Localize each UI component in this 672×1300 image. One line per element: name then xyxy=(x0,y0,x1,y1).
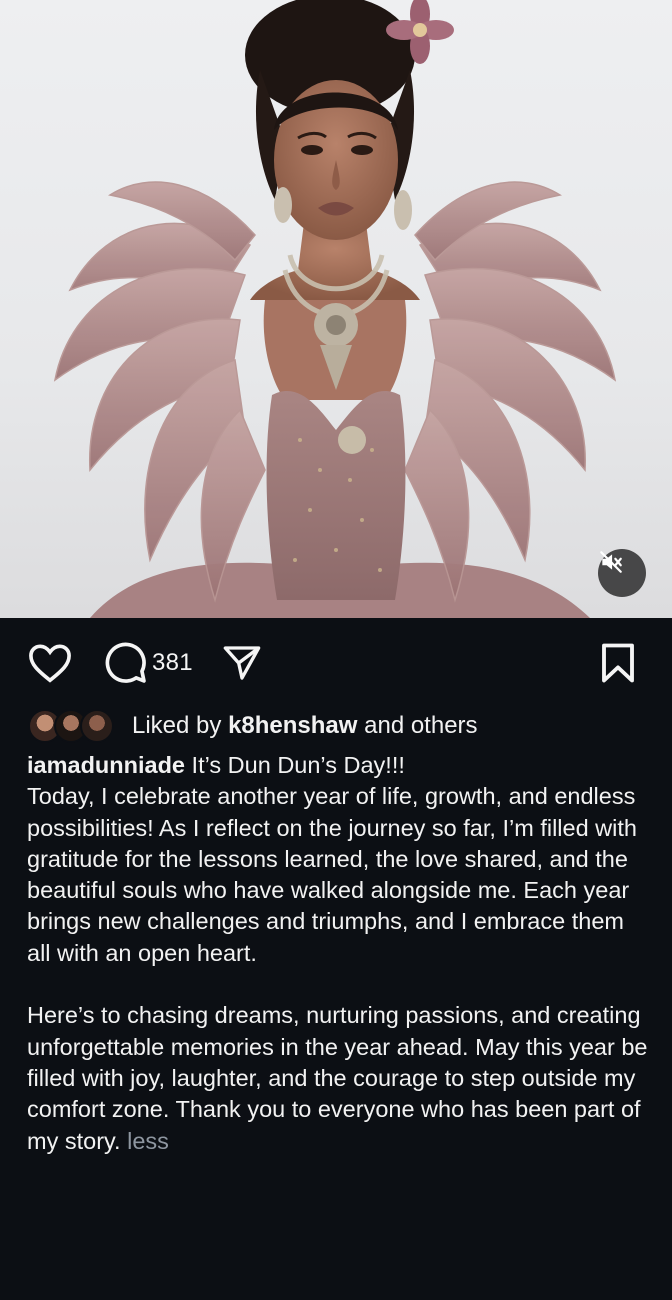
caption-first-line: iamadunniade It’s Dun Dun’s Day!!! xyxy=(27,750,649,781)
paper-plane-icon xyxy=(223,646,261,680)
caption-paragraph-2-text: Here’s to chasing dreams, nurturing pass… xyxy=(27,1002,648,1154)
heart-outline-icon xyxy=(29,644,71,683)
liked-by-username[interactable]: k8henshaw xyxy=(228,712,357,739)
avatar xyxy=(80,709,114,743)
post-media[interactable] xyxy=(0,0,672,618)
caption-username[interactable]: iamadunniade xyxy=(27,752,185,778)
portrait-illustration xyxy=(53,0,617,618)
liked-by-row[interactable]: Liked by k8henshaw and others xyxy=(28,708,648,744)
caption-paragraph-1: Today, I celebrate another year of life,… xyxy=(27,783,637,966)
comment-button[interactable]: 381 xyxy=(104,640,193,686)
liked-by-suffix: and others xyxy=(357,712,478,739)
liked-by-text: Liked by k8henshaw and others xyxy=(132,712,478,740)
comment-count: 381 xyxy=(152,649,193,676)
comment-bubble-icon xyxy=(105,642,146,683)
post-action-bar: 381 xyxy=(0,618,672,708)
like-button[interactable] xyxy=(28,640,80,686)
bookmark-outline-icon xyxy=(602,643,634,683)
speaker-muted-icon xyxy=(600,551,622,573)
save-button[interactable] xyxy=(598,640,644,686)
caption-paragraph-2: Here’s to chasing dreams, nurturing pass… xyxy=(27,1000,649,1156)
post-caption: iamadunniade It’s Dun Dun’s Day!!! Today… xyxy=(27,750,649,1157)
less-link[interactable]: less xyxy=(127,1128,169,1154)
share-button[interactable] xyxy=(222,640,268,686)
liker-avatars xyxy=(28,709,120,743)
liked-by-prefix: Liked by xyxy=(132,712,229,739)
caption-headline: It’s Dun Dun’s Day!!! xyxy=(185,752,405,778)
mute-toggle-button[interactable] xyxy=(598,549,646,597)
